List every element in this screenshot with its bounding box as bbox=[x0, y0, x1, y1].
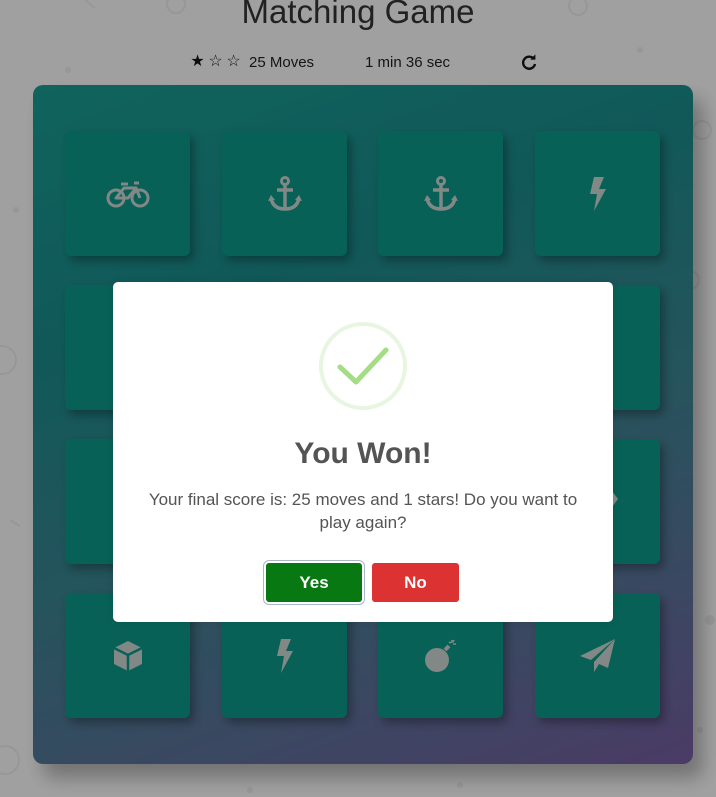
play-again-yes-button[interactable]: Yes bbox=[266, 563, 362, 602]
success-check-icon bbox=[319, 322, 407, 410]
dialog-title: You Won! bbox=[294, 437, 432, 470]
win-dialog: You Won! Your final score is: 25 moves a… bbox=[113, 282, 613, 622]
play-again-no-button[interactable]: No bbox=[372, 563, 459, 602]
dialog-message: Your final score is: 25 moves and 1 star… bbox=[148, 490, 578, 532]
